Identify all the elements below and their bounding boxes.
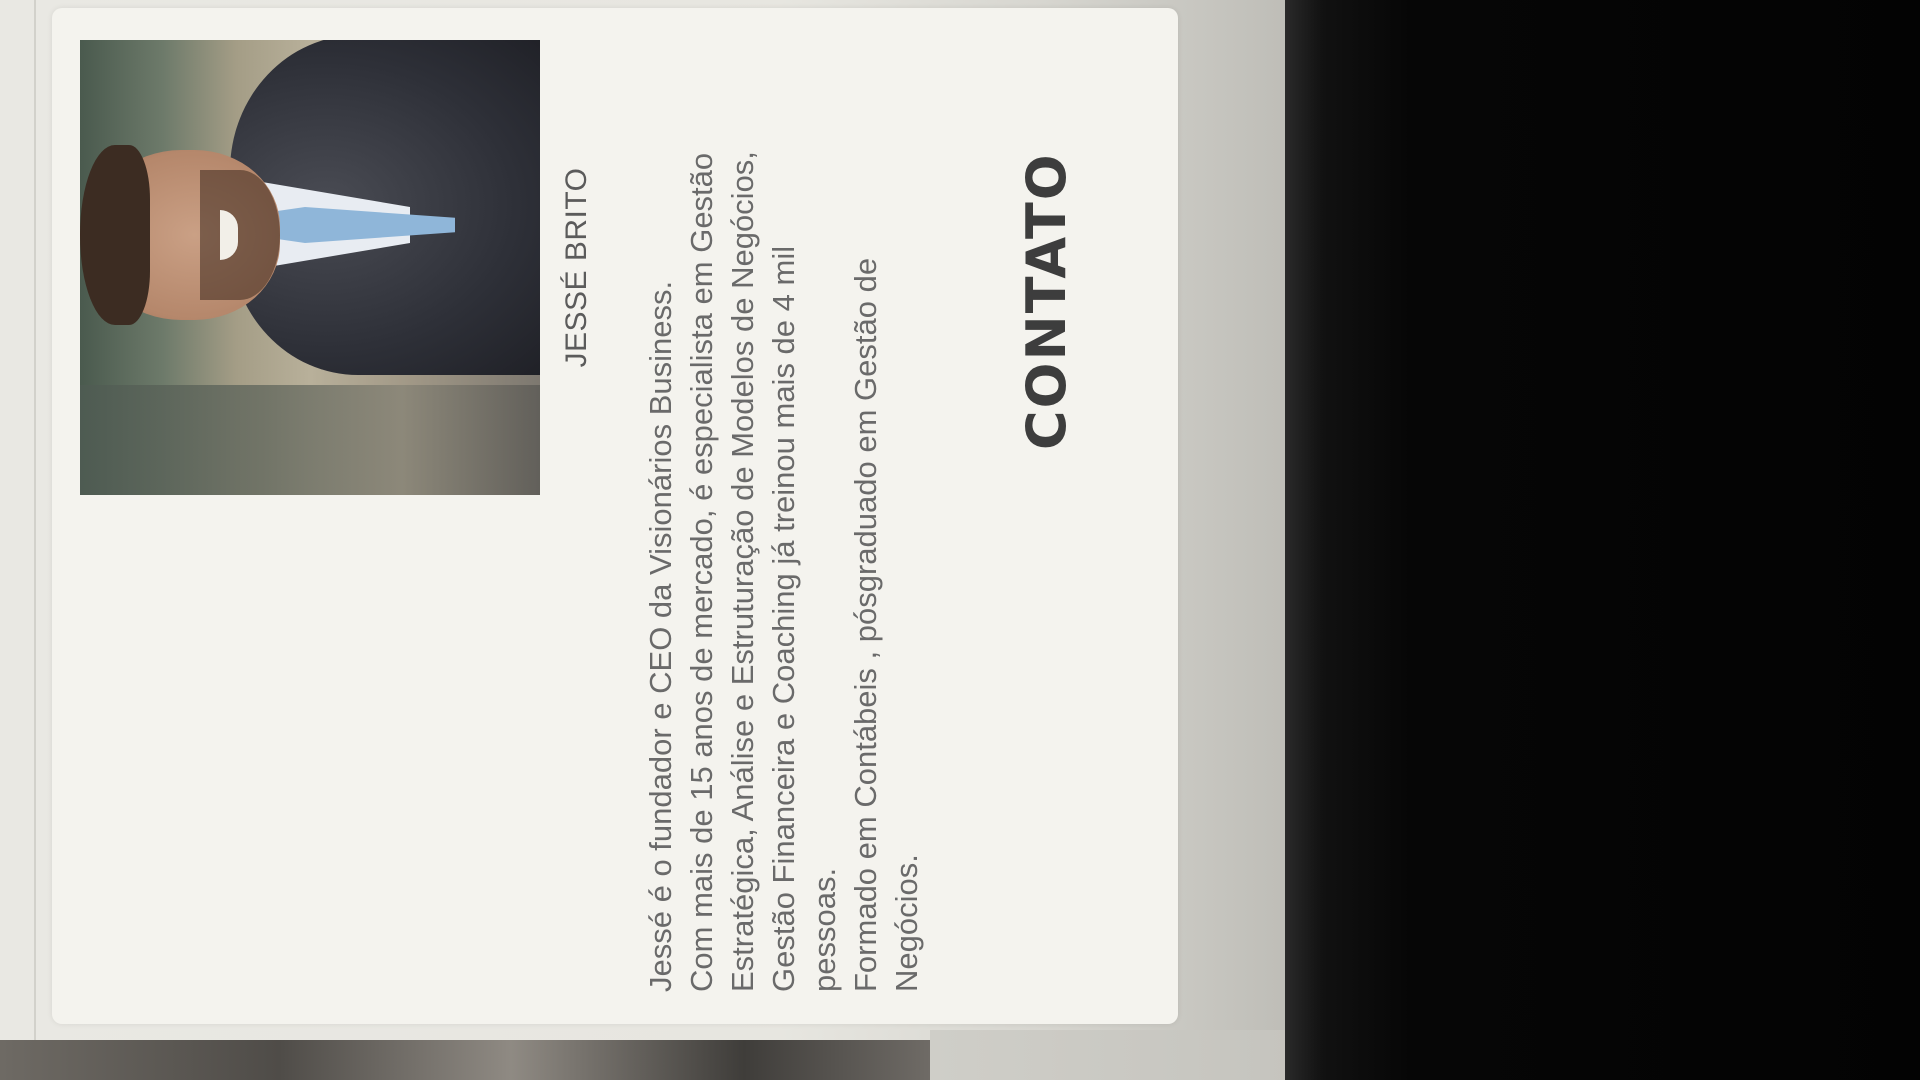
bio-line: Gestão Financeira e Coaching já treinou … <box>766 245 801 992</box>
bio-line: pessoas. <box>807 867 842 992</box>
photo-hair <box>80 145 150 325</box>
bio-line: Estratégica, Análise e Estruturação de M… <box>725 151 760 992</box>
contact-section-heading: CONTATO <box>1015 152 1078 450</box>
rotated-page-content: JESSÉ BRITO Jessé é o fundador e CEO da … <box>80 40 1180 1010</box>
photo-beard <box>200 170 280 300</box>
screen-edge-line <box>34 0 36 1080</box>
bio-line: Negócios. <box>889 854 924 992</box>
profile-bio: Jessé é o fundador e CEO da Visionários … <box>640 0 927 992</box>
next-section-strip-fade <box>930 1030 1300 1080</box>
photo-of-screen: JESSÉ BRITO Jessé é o fundador e CEO da … <box>0 0 1920 1080</box>
bio-line: Formado em Contábeis , pósgraduado em Ge… <box>848 257 883 992</box>
bio-line: Jessé é o fundador e CEO da Visionários … <box>643 280 678 992</box>
profile-name: JESSÉ BRITO <box>560 167 593 368</box>
photo-background-shadow <box>80 385 540 495</box>
profile-photo <box>80 40 540 495</box>
next-section-image-strip <box>0 1040 930 1080</box>
bio-line: Com mais de 15 anos de mercado, é especi… <box>684 152 719 992</box>
monitor-bezel <box>1285 0 1920 1080</box>
